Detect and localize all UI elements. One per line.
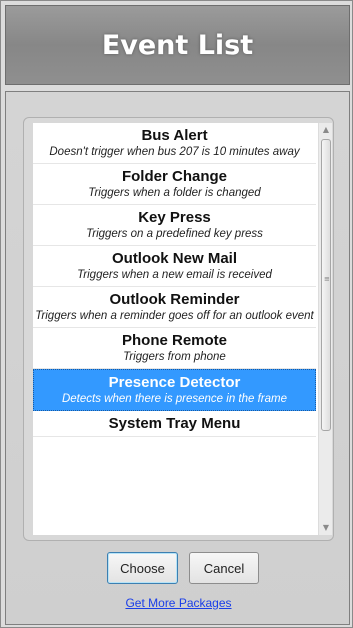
scrollbar-thumb[interactable]: ≡ [321,139,331,431]
list-item-bus-alert[interactable]: Bus Alert Doesn't trigger when bus 207 i… [33,123,316,164]
list-item-key-press[interactable]: Key Press Triggers on a predefined key p… [33,205,316,246]
item-title: Outlook Reminder [109,291,240,308]
scroll-up-icon[interactable]: ▲ [319,123,333,137]
event-list-frame: Bus Alert Doesn't trigger when bus 207 i… [23,117,334,541]
item-description: Triggers when a folder is changed [88,187,261,199]
item-description: Triggers when a reminder goes off for an… [35,310,314,322]
list-item-phone-remote[interactable]: Phone Remote Triggers from phone [33,328,316,369]
item-description: Triggers on a predefined key press [86,228,263,240]
window-title: Event List [101,29,254,61]
item-title: Phone Remote [121,332,227,349]
list-item-outlook-new-mail[interactable]: Outlook New Mail Triggers when a new ema… [33,246,316,287]
get-more-packages-link[interactable]: Get More Packages [6,596,351,610]
item-title: Outlook New Mail [111,250,237,267]
scroll-down-icon[interactable]: ▼ [319,521,333,535]
content-panel: Bus Alert Doesn't trigger when bus 207 i… [5,91,350,625]
choose-button[interactable]: Choose [107,552,178,584]
item-title: System Tray Menu [108,415,241,432]
item-title: Folder Change [121,168,227,185]
header-bar: Event List [5,5,350,85]
event-list[interactable]: Bus Alert Doesn't trigger when bus 207 i… [33,123,318,535]
item-description: Triggers when a new email is received [77,269,272,281]
list-item-folder-change[interactable]: Folder Change Triggers when a folder is … [33,164,316,205]
cancel-button[interactable]: Cancel [189,552,259,584]
grip-icon: ≡ [324,275,330,283]
item-description: Doesn't trigger when bus 207 is 10 minut… [49,146,300,158]
item-title: Bus Alert [141,127,208,144]
event-list-window: Event List Bus Alert Doesn't trigger whe… [0,0,353,628]
item-description: Detects when there is presence in the fr… [61,393,287,405]
list-item-outlook-reminder[interactable]: Outlook Reminder Triggers when a reminde… [33,287,316,328]
item-description: Triggers from phone [123,351,226,363]
list-item-system-tray-menu[interactable]: System Tray Menu [33,411,316,437]
list-scrollbar[interactable]: ▲ ≡ ▼ [318,123,332,535]
item-title: Presence Detector [108,374,241,391]
item-title: Key Press [138,209,211,226]
list-item-presence-detector[interactable]: Presence Detector Detects when there is … [33,369,316,411]
